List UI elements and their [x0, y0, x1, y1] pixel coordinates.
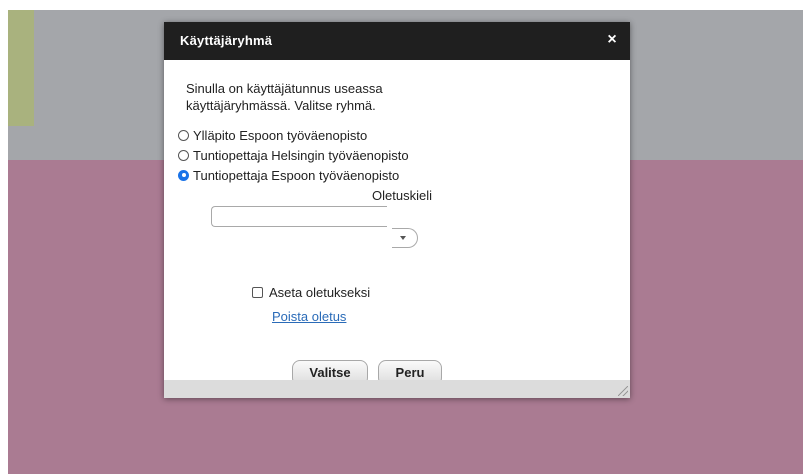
- language-select-field[interactable]: [211, 206, 387, 227]
- radio-button-selected[interactable]: [178, 169, 189, 181]
- set-default-option[interactable]: Aseta oletukseksi: [252, 285, 370, 300]
- user-group-dialog: Käyttäjäryhmä × Sinulla on käyttäjätunnu…: [164, 22, 630, 398]
- group-option-label: Tuntiopettaja Espoon työväenopisto: [193, 167, 400, 183]
- radio-button[interactable]: [178, 149, 189, 161]
- close-icon[interactable]: ×: [604, 31, 620, 49]
- side-accent-bar: [8, 10, 34, 126]
- remove-default-link[interactable]: Poista oletus: [272, 309, 346, 324]
- dialog-titlebar[interactable]: Käyttäjäryhmä ×: [164, 22, 630, 60]
- dialog-content: Sinulla on käyttäjätunnus useassa käyttä…: [164, 60, 630, 386]
- group-option-tuntiopettaja-helsinki[interactable]: Tuntiopettaja Helsingin työväenopisto: [178, 145, 409, 165]
- group-option-label: Ylläpito Espoon työväenopisto: [193, 127, 368, 143]
- language-dropdown-button[interactable]: [392, 228, 418, 248]
- dialog-statusbar: [164, 380, 630, 398]
- set-default-checkbox[interactable]: [252, 287, 263, 298]
- group-radio-list: Ylläpito Espoon työväenopisto Tuntiopett…: [178, 125, 409, 185]
- group-option-tuntiopettaja-espoo[interactable]: Tuntiopettaja Espoon työväenopisto: [178, 165, 409, 185]
- chevron-down-icon: [400, 236, 406, 240]
- resize-grip-icon[interactable]: [618, 386, 628, 396]
- dialog-message: Sinulla on käyttäjätunnus useassa käyttä…: [186, 81, 383, 113]
- group-option-yllapito-espoo[interactable]: Ylläpito Espoon työväenopisto: [178, 125, 409, 145]
- dialog-title: Käyttäjäryhmä: [180, 33, 273, 48]
- radio-button[interactable]: [178, 129, 189, 141]
- set-default-label: Aseta oletukseksi: [269, 285, 371, 300]
- group-option-label: Tuntiopettaja Helsingin työväenopisto: [193, 147, 409, 163]
- language-label: Oletuskieli: [372, 188, 432, 203]
